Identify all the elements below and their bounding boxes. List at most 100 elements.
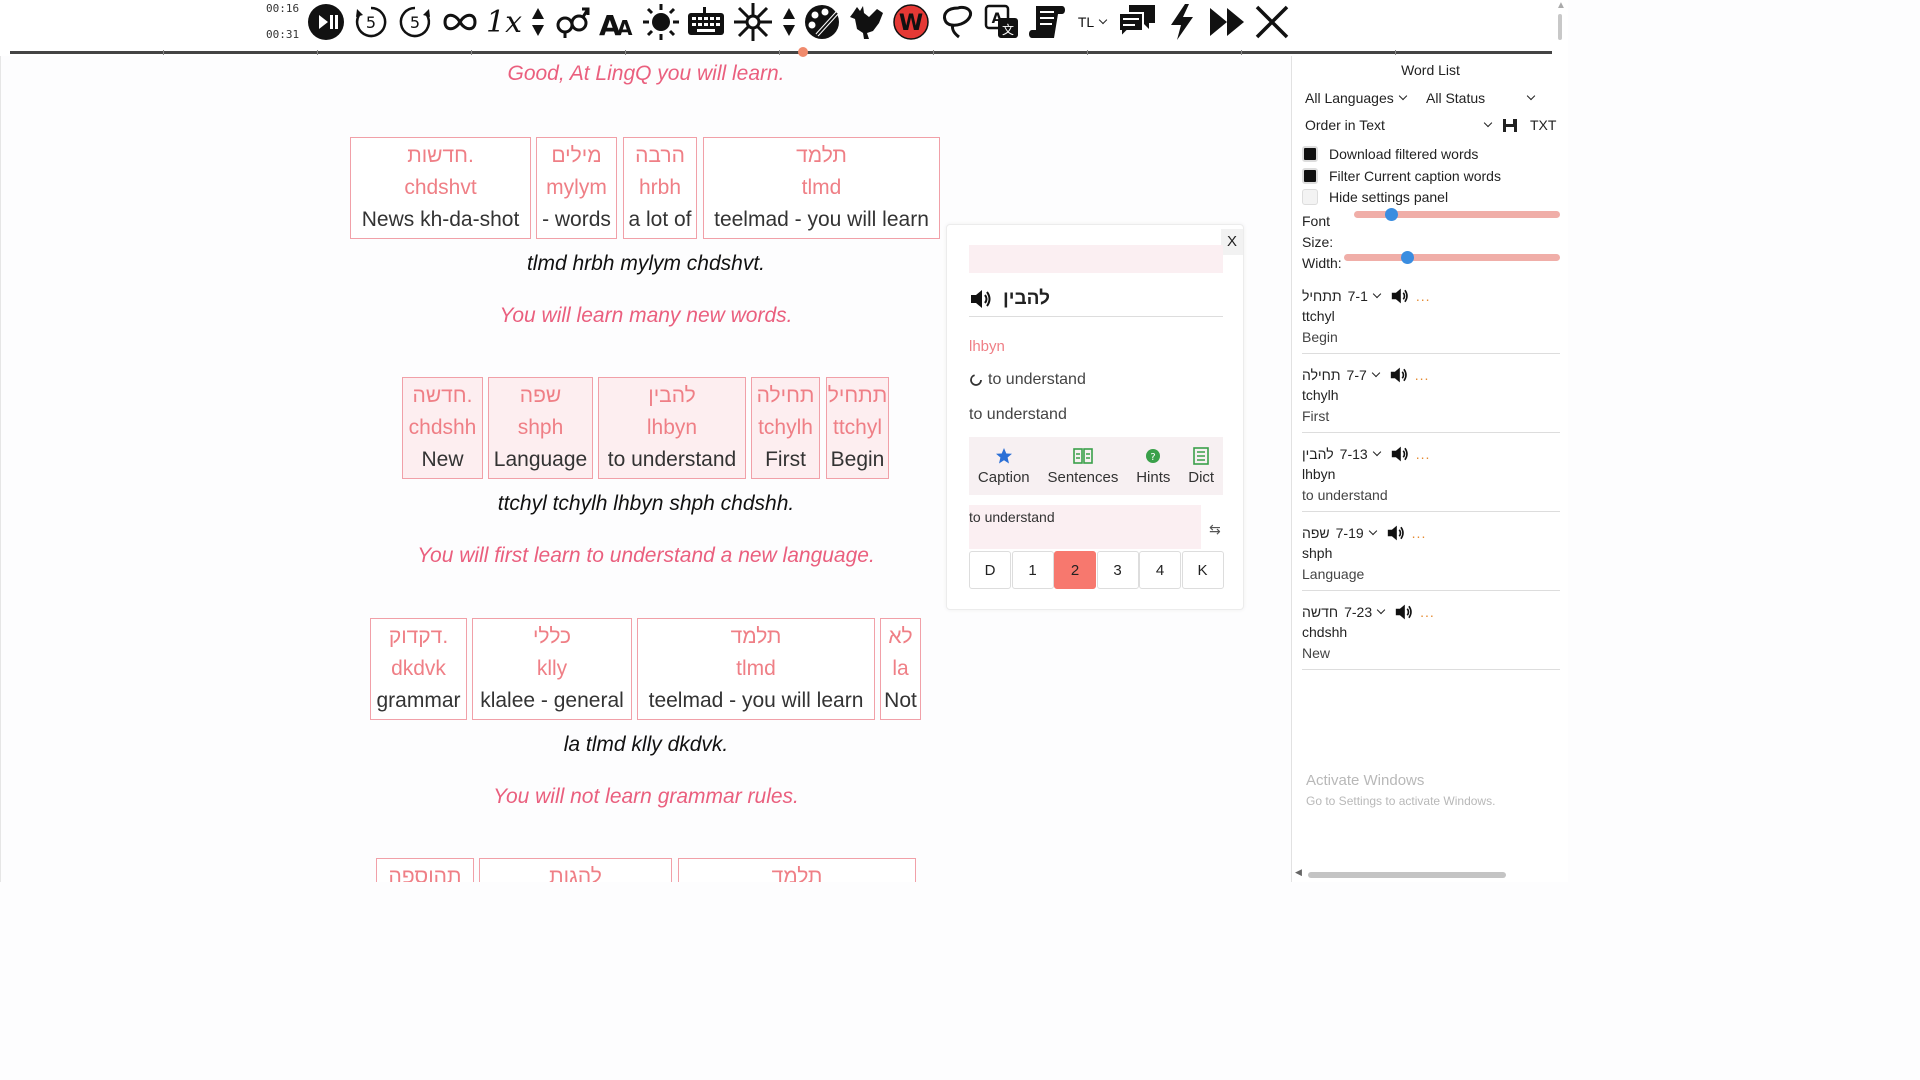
word-card[interactable]: תלמד tlmd teelmad - you will learn	[703, 137, 940, 239]
brightness-button[interactable]	[641, 2, 681, 42]
target-language-dropdown[interactable]: TL	[1074, 2, 1110, 42]
scroll-left-arrow-icon[interactable]: ◀	[1295, 867, 1302, 878]
word-list-panel: Word List All Languages All Status Order…	[1291, 56, 1568, 882]
rewind-5-button[interactable]: 5	[352, 2, 390, 42]
popup-search-input[interactable]	[969, 245, 1223, 273]
word-card[interactable]: תלמד	[678, 858, 916, 882]
download-filtered-checkbox[interactable]: Download filtered words	[1302, 146, 1478, 162]
list-item[interactable]: תתחיל 7-1 ... ttchyl Begin	[1302, 286, 1560, 354]
word-card[interactable]: חדשות. chdshvt News kh-da-shot	[350, 137, 531, 239]
speed-button[interactable]: 1x	[486, 2, 522, 42]
comments-button[interactable]	[1116, 2, 1158, 42]
swap-icon[interactable]: ⇆	[1209, 521, 1221, 538]
level-button-1[interactable]: 1	[1011, 551, 1054, 589]
more-options-icon[interactable]: ...	[1415, 367, 1430, 383]
scroll-up-arrow-icon[interactable]: ▲	[1556, 0, 1566, 11]
tab-caption[interactable]: Caption	[978, 447, 1030, 486]
speaker-icon[interactable]	[1389, 366, 1409, 384]
word-card[interactable]: תתחיל ttchyl Begin	[826, 377, 889, 479]
checkbox-checked[interactable]	[1302, 146, 1318, 162]
speaker-icon[interactable]	[1394, 603, 1414, 621]
hide-settings-checkbox[interactable]: Hide settings panel	[1302, 189, 1448, 205]
font-size-button[interactable]: AA	[596, 2, 636, 42]
popup-meaning-input[interactable]: to understand	[969, 505, 1201, 549]
checkbox-checked[interactable]	[1302, 168, 1318, 184]
word-card[interactable]: תחילה tchylh First	[751, 377, 820, 479]
word-card[interactable]: מילים mylym - words	[536, 137, 617, 239]
word-meaning: New	[421, 448, 464, 471]
tab-sentences[interactable]: Sentences	[1047, 447, 1118, 486]
horizontal-scrollbar[interactable]	[1308, 872, 1506, 878]
hints-icon: ?	[1146, 448, 1161, 463]
more-options-icon[interactable]: ...	[1420, 604, 1435, 620]
tab-dict[interactable]: Dict	[1188, 446, 1214, 486]
keyboard-button[interactable]	[686, 2, 726, 42]
translate-button[interactable]: A文	[982, 2, 1022, 42]
word-card[interactable]: שפה shph Language	[488, 377, 593, 479]
level-button-4[interactable]: 4	[1139, 551, 1181, 589]
word-card[interactable]: כללי klly klalee - general	[472, 618, 632, 720]
speaker-icon[interactable]	[969, 288, 993, 310]
chevron-down-icon[interactable]	[1372, 289, 1382, 299]
level-button-2[interactable]: 2	[1054, 551, 1096, 589]
order-select[interactable]: Order in Text	[1305, 117, 1493, 133]
word-card[interactable]: להבין lhbyn to understand	[598, 377, 746, 479]
loop-button[interactable]	[440, 2, 480, 42]
forward-5-button[interactable]: 5	[396, 2, 434, 42]
chevron-down-icon[interactable]	[1372, 447, 1381, 457]
close-player-button[interactable]	[1252, 2, 1292, 42]
fast-forward-button[interactable]	[1206, 2, 1248, 42]
language-filter-select[interactable]: All Languages	[1305, 90, 1407, 106]
more-options-icon[interactable]: ...	[1416, 288, 1431, 304]
word-card[interactable]: חדשה. chdshh New	[402, 377, 483, 479]
scroll-button[interactable]	[1026, 2, 1068, 42]
speaker-icon[interactable]	[1390, 445, 1410, 463]
status-filter-select[interactable]: All Status	[1426, 90, 1536, 106]
word-card[interactable]: להגות	[479, 858, 672, 882]
list-item[interactable]: תחילה 7-7 ... tchylh First	[1302, 365, 1560, 433]
palette-button[interactable]	[802, 2, 842, 42]
lasso-button[interactable]	[938, 2, 978, 42]
list-item[interactable]: חדשה 7-23 ... chdshh New	[1302, 602, 1560, 670]
tab-hints[interactable]: ? Hints	[1136, 447, 1170, 486]
entry-transliteration: lhbyn	[1302, 466, 1336, 482]
chevron-down-icon[interactable]	[1371, 368, 1381, 378]
up-down-arrows-icon	[783, 8, 795, 36]
word-card[interactable]: לא la Not	[880, 618, 921, 720]
entry-header: תתחיל 7-1 ...	[1302, 286, 1560, 306]
popup-close-button[interactable]: X	[1221, 229, 1243, 255]
export-button[interactable]: TXT	[1502, 117, 1556, 133]
vertical-scrollbar[interactable]	[1558, 14, 1562, 40]
width-slider[interactable]	[1344, 254, 1560, 261]
word-card[interactable]: תהוספה	[376, 858, 474, 882]
chevron-down-icon[interactable]	[1368, 526, 1377, 536]
level-button-d[interactable]: D	[969, 551, 1011, 589]
play-pause-button[interactable]	[306, 2, 346, 42]
speaker-icon[interactable]	[1390, 287, 1410, 305]
bolt-button[interactable]	[1164, 2, 1200, 42]
rooster-button[interactable]	[846, 2, 886, 42]
spark-button[interactable]	[732, 2, 774, 42]
checkbox-unchecked[interactable]	[1302, 189, 1318, 205]
more-options-icon[interactable]: ...	[1416, 446, 1431, 462]
more-options-icon[interactable]: ...	[1412, 525, 1427, 541]
chevron-down-icon[interactable]	[1376, 605, 1386, 615]
word-card[interactable]: תלמד tlmd teelmad - you will learn	[637, 618, 875, 720]
speaker-icon[interactable]	[1386, 524, 1406, 542]
filter-caption-checkbox[interactable]: Filter Current caption words	[1302, 168, 1501, 184]
level-button-k[interactable]: K	[1181, 551, 1224, 589]
list-item[interactable]: להבין 7-13 ... lhbyn to understand	[1302, 444, 1560, 512]
level-button-3[interactable]: 3	[1096, 551, 1139, 589]
font-size-slider-handle[interactable]	[1385, 208, 1399, 221]
word-mode-button[interactable]: W	[892, 2, 930, 42]
word-transliteration: tlmd	[736, 657, 776, 680]
progress-track[interactable]	[10, 51, 1552, 54]
word-card[interactable]: הרבה hrbh a lot of	[623, 137, 697, 239]
word-card[interactable]: דקדוק. dkdvk grammar	[370, 618, 467, 720]
speed-stepper[interactable]	[530, 2, 546, 42]
voice-gender-button[interactable]	[552, 2, 592, 42]
width-slider-handle[interactable]	[1400, 251, 1414, 264]
spark-stepper[interactable]	[781, 2, 797, 42]
chevron-down-icon	[1483, 118, 1493, 128]
list-item[interactable]: שפה 7-19 ... shph Language	[1302, 523, 1560, 591]
